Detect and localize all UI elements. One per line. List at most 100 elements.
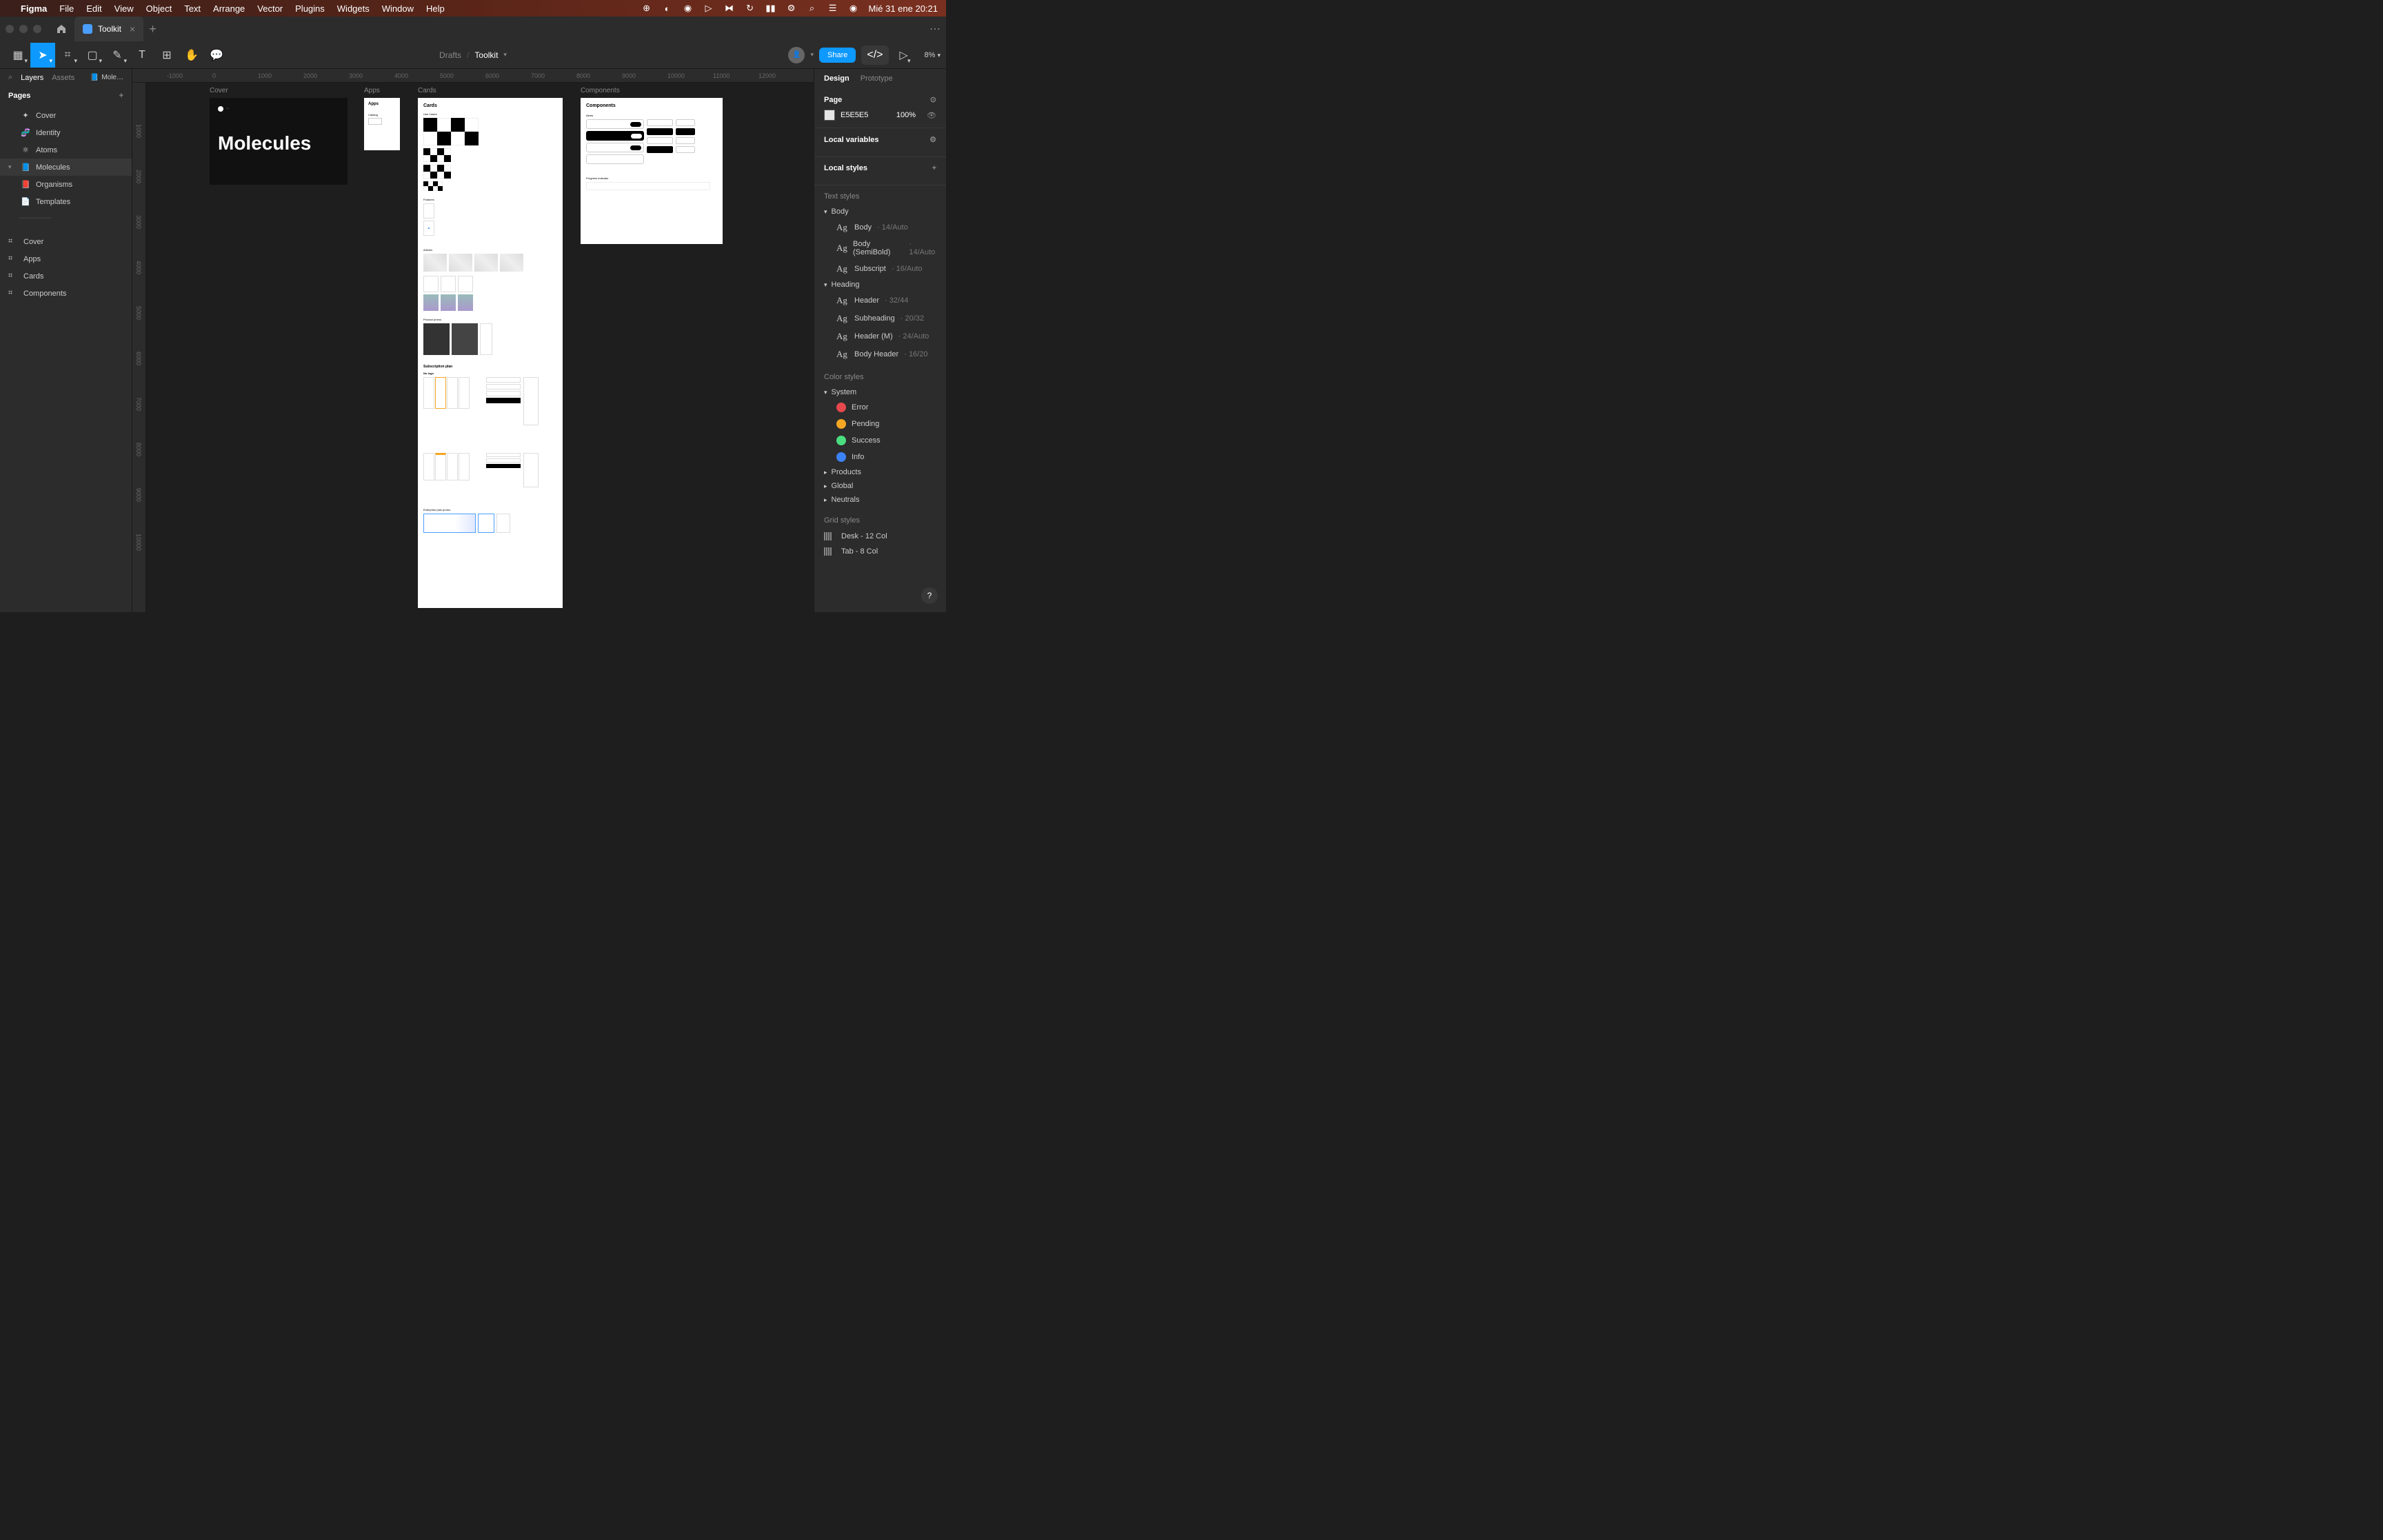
canvas[interactable]: Cover ◦◦ Molecules Apps Apps Catalog Car…: [146, 83, 814, 612]
status-icon-2[interactable]: ◐: [662, 3, 673, 14]
close-tab-icon[interactable]: ×: [130, 23, 135, 34]
bluetooth-icon[interactable]: ⧓: [724, 3, 735, 14]
pen-tool-button[interactable]: ✎▾: [105, 43, 130, 68]
minimize-window-button[interactable]: [19, 25, 28, 33]
resources-tool-button[interactable]: ⊞: [154, 43, 179, 68]
add-style-button[interactable]: +: [932, 164, 936, 172]
style-group-header[interactable]: ▾Body: [824, 205, 936, 219]
color-style-item[interactable]: Pending: [824, 416, 936, 432]
page-item[interactable]: ▾📘Molecules: [0, 159, 132, 176]
control-center-icon[interactable]: ☰: [827, 3, 838, 14]
style-group-header[interactable]: ▾System: [824, 385, 936, 399]
clock-icon[interactable]: ↻: [745, 3, 756, 14]
zoom-level[interactable]: 8% ▾: [925, 51, 941, 59]
search-layers-icon[interactable]: ⌕: [8, 73, 12, 82]
add-page-button[interactable]: +: [119, 92, 123, 100]
artboard-cards[interactable]: Cards Cards Use Cases: [418, 98, 563, 608]
menu-vector[interactable]: Vector: [257, 3, 283, 14]
app-name[interactable]: Figma: [21, 3, 47, 14]
frame-item[interactable]: ⌗Components: [0, 285, 132, 302]
menu-view[interactable]: View: [114, 3, 134, 14]
artboard-components[interactable]: Components Components Alerts: [581, 98, 723, 244]
page-item[interactable]: 📕Organisms: [0, 176, 132, 193]
home-button[interactable]: [51, 19, 72, 39]
layers-tab[interactable]: Layers: [21, 74, 43, 82]
style-group-header[interactable]: ▸Products: [824, 465, 936, 479]
text-style-item[interactable]: AgSubscript · 16/Auto: [824, 260, 936, 278]
background-swatch[interactable]: [824, 110, 835, 121]
text-style-item[interactable]: AgHeader · 32/44: [824, 292, 936, 310]
style-group-header[interactable]: ▸Global: [824, 479, 936, 493]
page-item[interactable]: 🧬Identity: [0, 124, 132, 141]
move-tool-button[interactable]: ➤▾: [30, 43, 55, 68]
menu-file[interactable]: File: [59, 3, 74, 14]
help-button[interactable]: ?: [921, 587, 938, 604]
page-selector[interactable]: 📘 Mole…: [90, 74, 123, 81]
menu-text[interactable]: Text: [184, 3, 201, 14]
text-style-item[interactable]: AgBody (SemiBold) · 14/Auto: [824, 236, 936, 260]
text-style-item[interactable]: AgBody · 14/Auto: [824, 219, 936, 236]
avatar-chevron-icon[interactable]: ▾: [810, 51, 814, 59]
shape-tool-button[interactable]: ▢▾: [80, 43, 105, 68]
datetime[interactable]: Mié 31 ene 20:21: [869, 3, 938, 14]
frame-item[interactable]: ⌗Cover: [0, 233, 132, 250]
battery-icon[interactable]: ▮▮: [765, 3, 776, 14]
status-icon-play[interactable]: ▷: [703, 3, 714, 14]
menu-edit[interactable]: Edit: [86, 3, 101, 14]
maximize-window-button[interactable]: [33, 25, 41, 33]
grid-style-item[interactable]: Tab - 8 Col: [824, 544, 936, 559]
text-style-item[interactable]: AgSubheading · 20/32: [824, 310, 936, 327]
search-icon[interactable]: ⌕: [807, 3, 818, 14]
page-item[interactable]: ✦Cover: [0, 107, 132, 124]
artboard-apps[interactable]: Apps Apps Catalog: [364, 98, 400, 150]
text-style-item[interactable]: AgHeader (M) · 24/Auto: [824, 327, 936, 345]
status-icon-1[interactable]: ⊕: [641, 3, 652, 14]
tab-toolkit[interactable]: Toolkit ×: [74, 17, 143, 41]
menu-object[interactable]: Object: [146, 3, 172, 14]
style-group-header[interactable]: ▸Neutrals: [824, 493, 936, 507]
breadcrumb-drafts[interactable]: Drafts: [439, 50, 461, 60]
frame-item[interactable]: ⌗Cards: [0, 267, 132, 285]
menu-window[interactable]: Window: [382, 3, 414, 14]
text-style-item[interactable]: AgBody Header · 16/20: [824, 345, 936, 363]
page-item[interactable]: 📄Templates: [0, 193, 132, 210]
color-style-item[interactable]: Info: [824, 449, 936, 465]
wifi-icon[interactable]: ⨷: [786, 3, 797, 14]
artboard-cover[interactable]: Cover ◦◦ Molecules: [210, 98, 348, 185]
share-button[interactable]: Share: [819, 48, 856, 63]
page-item[interactable]: ⚛Atoms: [0, 141, 132, 159]
background-opacity[interactable]: 100%: [896, 111, 916, 119]
breadcrumb-current[interactable]: Toolkit: [474, 50, 498, 60]
hand-tool-button[interactable]: ✋: [179, 43, 204, 68]
tabbar-menu-icon[interactable]: ⋯: [929, 22, 941, 36]
style-group-header[interactable]: ▾Heading: [824, 278, 936, 292]
visibility-icon[interactable]: 👁: [927, 111, 936, 120]
breadcrumb-chevron-icon[interactable]: ▾: [503, 51, 507, 59]
design-tab[interactable]: Design: [824, 74, 849, 83]
present-button[interactable]: ▷▾: [894, 43, 914, 68]
assets-tab[interactable]: Assets: [52, 74, 74, 82]
comment-tool-button[interactable]: 💬: [204, 43, 229, 68]
menu-help[interactable]: Help: [426, 3, 445, 14]
canvas-area[interactable]: -100001000200030004000500060007000800090…: [132, 69, 814, 612]
page-settings-icon[interactable]: ⊙: [930, 95, 936, 104]
color-style-item[interactable]: Error: [824, 399, 936, 416]
dev-mode-button[interactable]: </>: [861, 45, 888, 65]
main-menu-button[interactable]: ▦▾: [6, 43, 30, 68]
color-style-item[interactable]: Success: [824, 432, 936, 449]
status-icon-3[interactable]: ◉: [683, 3, 694, 14]
new-tab-button[interactable]: +: [149, 22, 157, 37]
prototype-tab[interactable]: Prototype: [861, 74, 893, 83]
menu-plugins[interactable]: Plugins: [295, 3, 325, 14]
user-avatar[interactable]: 👤: [788, 47, 805, 63]
menu-arrange[interactable]: Arrange: [213, 3, 245, 14]
frame-tool-button[interactable]: ⌗▾: [55, 43, 80, 68]
background-color-value[interactable]: E5E5E5: [841, 111, 868, 119]
menu-widgets[interactable]: Widgets: [337, 3, 370, 14]
text-tool-button[interactable]: T: [130, 43, 154, 68]
siri-icon[interactable]: ◉: [848, 3, 859, 14]
grid-style-item[interactable]: Desk - 12 Col: [824, 529, 936, 544]
close-window-button[interactable]: [6, 25, 14, 33]
variables-settings-icon[interactable]: ⚙: [929, 135, 936, 144]
frame-item[interactable]: ⌗Apps: [0, 250, 132, 267]
